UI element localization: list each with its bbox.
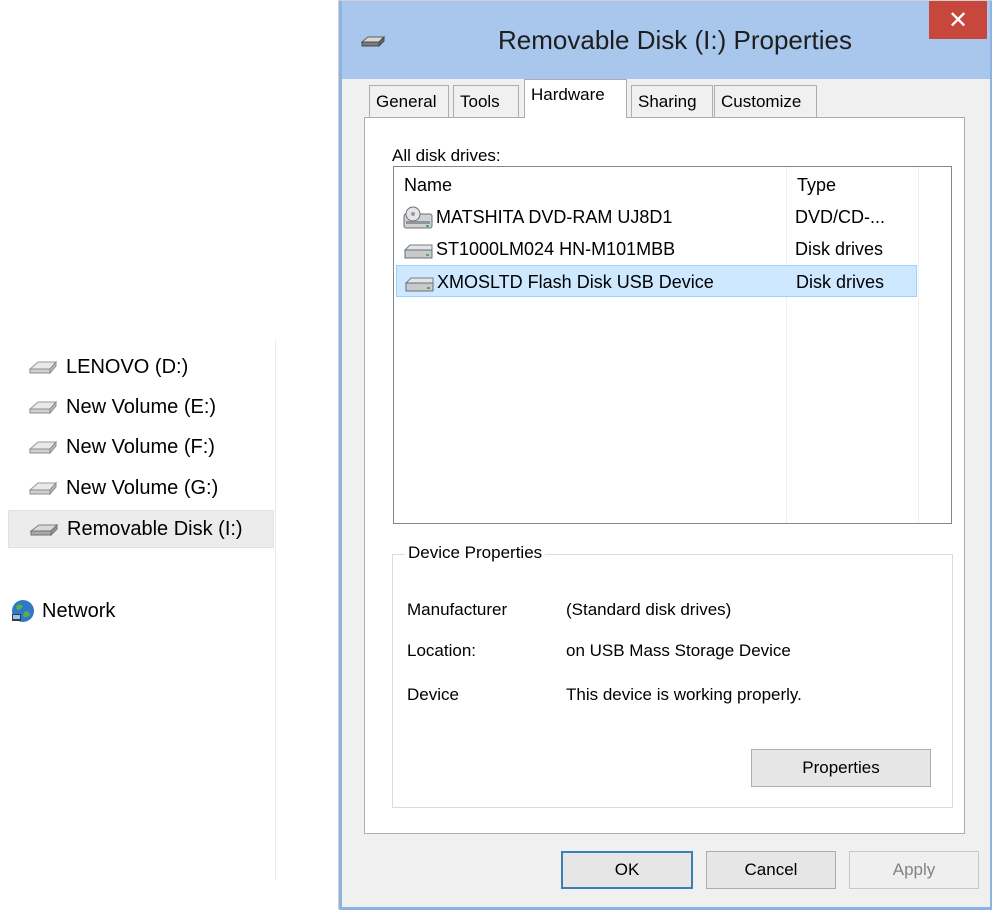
drive-icon: [28, 400, 58, 414]
location-label: Location:: [407, 641, 476, 660]
nav-item-label: New Volume (E:): [66, 395, 217, 418]
nav-item-removable-disk-i[interactable]: Removable Disk (I:): [8, 510, 274, 548]
network-globe-icon: [12, 600, 34, 622]
hard-drive-icon: [403, 244, 433, 259]
properties-dialog: Removable Disk (I:) Properties ✕ General…: [338, 0, 992, 910]
button-label: Properties: [802, 758, 880, 777]
device-status-label: Device: [407, 685, 459, 704]
tab-sharing[interactable]: Sharing: [631, 85, 713, 117]
tab-label: General: [376, 91, 437, 111]
hardware-tab-panel: All disk drives: Name Type MATSHITA DVD-…: [364, 117, 965, 834]
drive-icon: [28, 481, 58, 495]
nav-item-label: New Volume (F:): [66, 435, 215, 458]
nav-item-new-volume-f[interactable]: New Volume (F:): [8, 428, 274, 466]
drive-type: DVD/CD-...: [795, 207, 885, 227]
device-properties-title: Device Properties: [405, 543, 546, 563]
tab-label: Sharing: [638, 91, 697, 111]
all-disk-drives-label: All disk drives:: [392, 146, 501, 165]
device-status-value: This device is working properly.: [566, 685, 802, 704]
explorer-nav-pane: LENOVO (D:) New Volume (E:) New Volume (…: [0, 0, 276, 909]
nav-item-label: LENOVO (D:): [66, 355, 189, 378]
tab-tools[interactable]: Tools: [453, 85, 519, 117]
dialog-title-bar[interactable]: Removable Disk (I:) Properties ✕: [339, 1, 991, 79]
drive-name: ST1000LM024 HN-M101MBB: [436, 239, 676, 259]
hard-drive-icon: [404, 277, 434, 292]
tab-label: Tools: [460, 91, 500, 111]
button-label: OK: [614, 860, 640, 879]
nav-item-label: New Volume (G:): [66, 476, 219, 499]
tab-label: Hardware: [531, 85, 605, 104]
manufacturer-label: Manufacturer: [407, 600, 508, 619]
drive-row-st1000[interactable]: ST1000LM024 HN-M101MBB Disk drives: [396, 233, 917, 265]
nav-item-new-volume-e[interactable]: New Volume (E:): [8, 388, 274, 426]
button-label: Apply: [892, 860, 936, 879]
tab-general[interactable]: General: [369, 85, 449, 117]
drive-type: Disk drives: [795, 239, 884, 259]
manufacturer-value: (Standard disk drives): [566, 600, 732, 619]
disk-drives-list[interactable]: Name Type MATSHITA DVD-RAM UJ8D1 DVD/CD-…: [393, 166, 952, 524]
device-properties-button[interactable]: Properties: [751, 749, 931, 787]
nav-item-network[interactable]: Network: [8, 592, 274, 630]
nav-item-new-volume-g[interactable]: New Volume (G:): [8, 469, 274, 507]
ok-button[interactable]: OK: [561, 851, 693, 889]
drive-name: XMOSLTD Flash Disk USB Device: [437, 272, 714, 292]
drive-type: Disk drives: [796, 272, 885, 292]
cancel-button[interactable]: Cancel: [706, 851, 836, 889]
column-divider: [918, 167, 919, 523]
nav-item-label: Network: [42, 599, 116, 622]
drive-row-matshita[interactable]: MATSHITA DVD-RAM UJ8D1 DVD/CD-...: [396, 201, 917, 233]
location-value: on USB Mass Storage Device: [566, 641, 791, 660]
tab-label: Customize: [721, 91, 802, 111]
removable-drive-icon: [29, 523, 59, 536]
drive-name: MATSHITA DVD-RAM UJ8D1: [436, 207, 673, 227]
tab-hardware[interactable]: Hardware: [524, 79, 627, 118]
device-properties-group: Device Properties Manufacturer (Standard…: [392, 543, 953, 808]
button-label: Cancel: [744, 860, 798, 879]
drive-icon: [28, 440, 58, 454]
tab-customize[interactable]: Customize: [714, 85, 817, 117]
optical-drive-icon: [403, 206, 433, 229]
dialog-title: Removable Disk (I:) Properties: [498, 25, 852, 55]
drive-icon: [28, 360, 58, 374]
column-header-name[interactable]: Name: [404, 175, 452, 196]
nav-item-label: Removable Disk (I:): [67, 517, 243, 540]
column-header-type[interactable]: Type: [797, 175, 836, 196]
apply-button[interactable]: Apply: [849, 851, 979, 889]
nav-pane-divider: [275, 340, 276, 880]
drive-row-xmosltd[interactable]: XMOSLTD Flash Disk USB Device Disk drive…: [396, 265, 917, 297]
list-header: Name Type: [394, 167, 951, 199]
close-icon: ✕: [947, 6, 969, 34]
close-button[interactable]: ✕: [929, 1, 987, 39]
nav-item-lenovo-d[interactable]: LENOVO (D:): [8, 348, 274, 386]
